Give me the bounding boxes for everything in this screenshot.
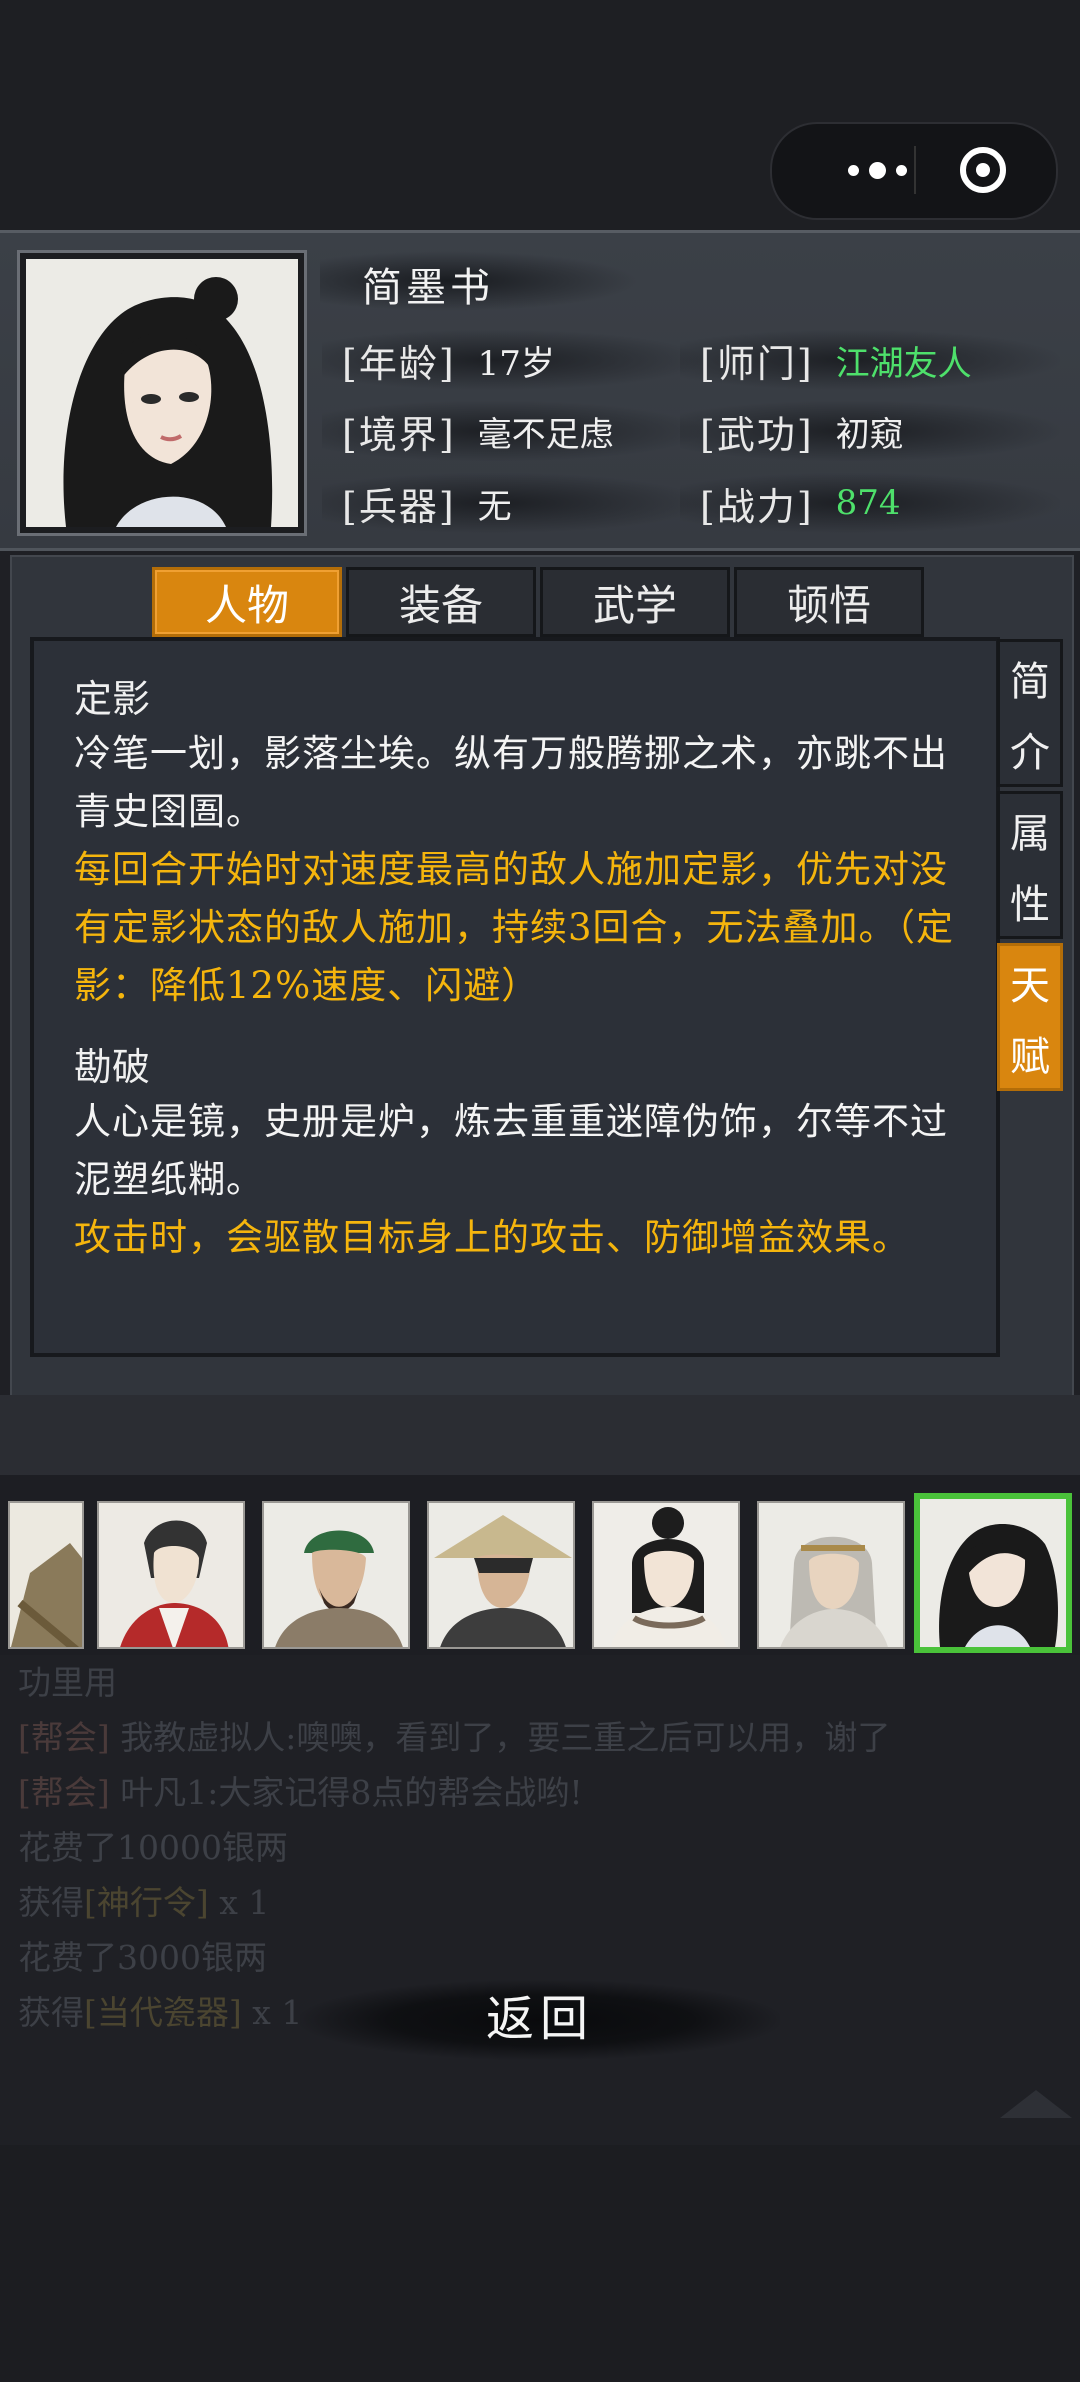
bottom-area	[0, 2145, 1080, 2382]
log-text: 获得	[18, 1993, 84, 2032]
side-tab-char: 简	[1010, 658, 1050, 705]
log-item: [神行令]	[84, 1883, 209, 1922]
tab-enlightenment[interactable]: 顿悟	[734, 567, 924, 637]
talent-description: 冷笔一划，影落尘埃。纵有万般腾挪之术，亦跳不出青史囹圄。	[74, 732, 948, 833]
roster-card[interactable]	[757, 1501, 905, 1649]
roster-card-selected[interactable]	[914, 1493, 1072, 1653]
log-line: 获得[神行令] x 1	[18, 1875, 1068, 1930]
side-tab-char: 性	[1010, 881, 1050, 928]
stat-sect: [师门] 江湖友人	[680, 330, 1060, 390]
more-menu-icon[interactable]	[812, 152, 942, 188]
stat-label: [境界]	[342, 412, 456, 457]
side-tab-attributes[interactable]: 属 性	[997, 791, 1063, 939]
side-tabs: 简 介 属 性 天 赋	[997, 639, 1067, 1095]
stat-realm: [境界] 毫不足虑	[322, 401, 702, 461]
log-text: 叶凡1:大家记得8点的帮会战哟!	[109, 1773, 583, 1812]
log-item: [当代瓷器]	[84, 1993, 242, 2032]
capsule-divider	[914, 146, 916, 194]
roster-card[interactable]	[592, 1501, 740, 1649]
stat-label: [战力]	[700, 484, 814, 529]
character-name: 简墨书	[362, 265, 494, 311]
stat-label: [兵器]	[342, 484, 456, 529]
side-tab-char: 介	[1010, 729, 1050, 776]
log-line: [帮会] 叶凡1:大家记得8点的帮会战哟!	[18, 1765, 1068, 1820]
talent-description: 人心是镜，史册是炉，炼去重重迷障伪饰，尔等不过泥塑纸糊。	[74, 1100, 948, 1201]
stat-value: 17岁	[477, 343, 555, 384]
close-target-icon[interactable]	[960, 147, 1006, 193]
side-tab-talent[interactable]: 天 赋	[997, 943, 1063, 1091]
stat-age: [年龄] 17岁	[322, 330, 702, 390]
log-line: 花费了10000银两	[18, 1828, 288, 1867]
miniprogram-capsule	[770, 122, 1058, 220]
stat-value: 江湖友人	[835, 343, 972, 384]
log-line: [帮会] 我教虚拟人:噢噢，看到了，要三重之后可以用，谢了	[18, 1710, 1068, 1765]
side-tab-intro[interactable]: 简 介	[997, 639, 1063, 787]
main-tabs: 人物 装备 武学 顿悟	[152, 567, 924, 637]
stat-power: [战力] 874	[680, 473, 1060, 533]
talent-content: 定影 冷笔一划，影落尘埃。纵有万般腾挪之术，亦跳不出青史囹圄。 每回合开始时对速…	[30, 637, 1000, 1357]
tab-equipment[interactable]: 装备	[346, 567, 536, 637]
stat-label: [师门]	[700, 341, 814, 386]
character-roster	[0, 1475, 1080, 1655]
detail-panel: 人物 装备 武学 顿悟 定影 冷笔一划，影落尘埃。纵有万般腾挪之术，亦跳不出青史…	[10, 555, 1074, 1397]
stat-weapon: [兵器] 无	[322, 473, 702, 533]
roster-card[interactable]	[427, 1501, 575, 1649]
log-channel-tag: [帮会]	[18, 1773, 110, 1812]
log-text: x 1	[241, 1993, 303, 2032]
stat-label: [年龄]	[342, 341, 456, 386]
side-tab-char: 赋	[1010, 1033, 1050, 1080]
talent-name: 勘破	[74, 1045, 151, 1089]
side-tab-char: 天	[1010, 962, 1050, 1009]
roster-card[interactable]	[262, 1501, 410, 1649]
roster-card[interactable]	[97, 1501, 245, 1649]
stat-value: 874	[835, 483, 901, 523]
character-portrait	[20, 253, 304, 533]
stat-label: [武功]	[700, 412, 814, 457]
back-button[interactable]: 返回	[440, 1988, 640, 2050]
log-line: 花费了3000银两	[18, 1938, 267, 1977]
talent-effect: 每回合开始时对速度最高的敌人施加定影，优先对没有定影状态的敌人施加，持续3回合，…	[74, 848, 955, 1007]
background-band	[0, 1395, 1080, 1475]
stat-value: 初窥	[835, 414, 904, 455]
talent-effect: 攻击时，会驱散目标身上的攻击、防御增益效果。	[74, 1216, 910, 1259]
stat-value: 毫不足虑	[477, 414, 614, 455]
tab-character[interactable]: 人物	[152, 567, 342, 637]
log-channel-tag: [帮会]	[18, 1718, 110, 1757]
top-status-area	[0, 0, 1080, 230]
log-text: x 1	[208, 1883, 270, 1922]
tab-martial-arts[interactable]: 武学	[540, 567, 730, 637]
log-text: 获得	[18, 1883, 84, 1922]
stat-martial: [武功] 初窥	[680, 401, 1060, 461]
character-header: 简墨书 [年龄] 17岁 [师门] 江湖友人 [境界] 毫不足虑 [武功] 初窥…	[0, 230, 1080, 551]
roster-card[interactable]	[8, 1501, 84, 1649]
log-line: 功里用	[18, 1663, 117, 1702]
side-tab-char: 属	[1010, 810, 1050, 857]
scroll-up-icon[interactable]	[1000, 2090, 1072, 2118]
talent-name: 定影	[74, 677, 151, 721]
stat-value: 无	[477, 486, 512, 527]
log-text: 我教虚拟人:噢噢，看到了，要三重之后可以用，谢了	[109, 1718, 891, 1757]
